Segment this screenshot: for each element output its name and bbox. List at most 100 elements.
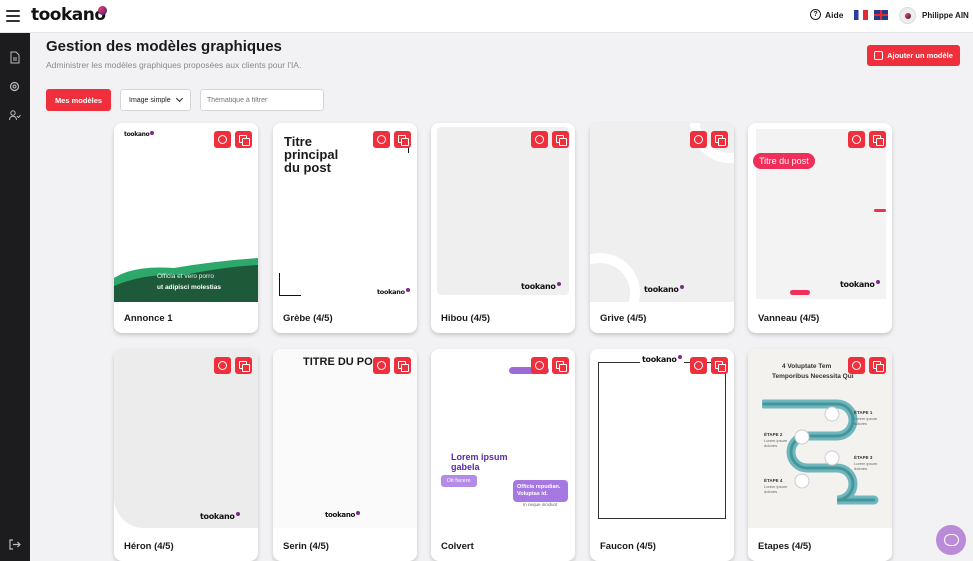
step-label: ÉTAPE 3: [854, 455, 873, 460]
chevron-down-icon: [175, 94, 183, 103]
help-label: Aide: [825, 9, 844, 20]
copy-icon[interactable]: [711, 357, 728, 374]
flag-fr-icon[interactable]: [854, 10, 868, 20]
ai-generate-icon[interactable]: [214, 131, 231, 148]
ai-generate-icon[interactable]: [531, 131, 548, 148]
card-actions: [531, 131, 569, 148]
copy-icon[interactable]: [552, 357, 569, 374]
users-icon[interactable]: [8, 109, 21, 122]
gear-icon[interactable]: [8, 80, 21, 93]
model-card[interactable]: Lorem ipsum gabela Dit facere Officia re…: [431, 349, 575, 561]
copy-icon[interactable]: [869, 131, 886, 148]
user-name[interactable]: Philippe AIN: [922, 11, 969, 20]
my-models-button[interactable]: Mes modèles: [46, 89, 111, 111]
type-select-value: Image simple: [129, 96, 171, 104]
menu-icon[interactable]: [6, 10, 20, 22]
app-logo[interactable]: tookano: [31, 5, 106, 25]
preview-text-2: ut adipisci molestias: [157, 284, 221, 291]
card-actions: [690, 357, 728, 374]
preview-logo: tookano: [644, 285, 684, 294]
model-card[interactable]: tookano Officia et vero porro ut adipisc…: [114, 123, 258, 333]
logo-mark: [98, 6, 107, 15]
card-title: Grèbe (4/5): [283, 313, 333, 324]
model-card[interactable]: TITRE DU PO tookano Serin (4/5): [273, 349, 417, 561]
card-title: Vanneau (4/5): [758, 313, 820, 324]
question-icon: ?: [810, 9, 821, 20]
ai-generate-icon[interactable]: [531, 357, 548, 374]
card-actions: [373, 357, 411, 374]
preview-logo: tookano: [640, 355, 684, 364]
model-card[interactable]: tookano Grive (4/5): [590, 123, 734, 333]
copy-icon[interactable]: [235, 357, 252, 374]
preview-title-2: Temporibus Necessita Qui: [772, 373, 854, 380]
document-icon[interactable]: [8, 51, 21, 64]
step-text: Lorem ipsum dolores: [764, 438, 788, 448]
card-actions: [690, 131, 728, 148]
card-title: Etapes (4/5): [758, 541, 812, 552]
copy-icon[interactable]: [235, 131, 252, 148]
avatar[interactable]: [899, 7, 916, 24]
edit-icon: [874, 51, 884, 60]
page-subtitle: Administrer les modèles graphiques propo…: [46, 60, 302, 70]
preview-bubble: Officia repudian. Voluptas id.: [513, 480, 568, 502]
copy-icon[interactable]: [711, 131, 728, 148]
ai-generate-icon[interactable]: [373, 131, 390, 148]
copy-icon[interactable]: [394, 357, 411, 374]
ai-generate-icon[interactable]: [848, 357, 865, 374]
ai-generate-icon[interactable]: [373, 357, 390, 374]
model-card[interactable]: Titre principal du post tookano Grèbe (4…: [273, 123, 417, 333]
help-link[interactable]: ? Aide: [810, 9, 843, 20]
card-title: Colvert: [441, 541, 474, 552]
model-card[interactable]: tookano Faucon (4/5): [590, 349, 734, 561]
step-label: ÉTAPE 4: [764, 478, 783, 483]
chat-icon[interactable]: [936, 525, 966, 555]
model-card[interactable]: tookano Hibou (4/5): [431, 123, 575, 333]
card-actions: [531, 357, 569, 374]
model-preview: TITRE DU PO tookano: [273, 349, 417, 528]
preview-title: Titre principal du post: [284, 134, 339, 175]
card-actions: [373, 131, 411, 148]
preview-logo: tookano: [377, 288, 410, 296]
card-title: Faucon (4/5): [600, 541, 656, 552]
theme-filter-input[interactable]: [200, 89, 324, 111]
ai-generate-icon[interactable]: [214, 357, 231, 374]
card-actions: [848, 131, 886, 148]
preview-tag: Dit facere: [441, 475, 477, 487]
ai-generate-icon[interactable]: [690, 131, 707, 148]
ai-generate-icon[interactable]: [848, 131, 865, 148]
preview-title: 4 Voluptate Tem: [782, 363, 832, 370]
card-title: Hibou (4/5): [441, 313, 491, 324]
card-actions: [214, 131, 252, 148]
logout-icon[interactable]: [8, 538, 21, 551]
model-preview: tookano: [431, 123, 575, 302]
preview-text-1: Officia et vero porro: [157, 273, 214, 280]
model-preview: tookano Officia et vero porro ut adipisc…: [114, 123, 258, 302]
main-content: Gestion des modèles graphiques Administr…: [30, 33, 973, 561]
model-card[interactable]: tookano Héron (4/5): [114, 349, 258, 561]
sidebar: [0, 33, 30, 561]
preview-title: Lorem ipsum gabela: [451, 452, 508, 472]
model-preview: Titre principal du post tookano: [273, 123, 417, 302]
model-preview: 4 Voluptate Tem Temporibus Necessita Qui…: [748, 349, 892, 528]
model-preview: tookano: [590, 123, 734, 302]
top-bar: tookano ? Aide Philippe AIN: [0, 0, 973, 33]
flag-uk-icon[interactable]: [874, 10, 888, 20]
preview-logo: tookano: [200, 512, 240, 521]
type-select[interactable]: Image simple: [120, 89, 191, 111]
step-text: Lorem ipsum dolores: [854, 416, 878, 426]
add-model-button[interactable]: Ajouter un modèle: [867, 45, 960, 66]
copy-icon[interactable]: [552, 131, 569, 148]
model-preview: Titre du post tookano: [748, 123, 892, 302]
model-card[interactable]: 4 Voluptate Tem Temporibus Necessita Qui…: [748, 349, 892, 561]
card-title: Serin (4/5): [283, 541, 329, 552]
card-actions: [848, 357, 886, 374]
copy-icon[interactable]: [869, 357, 886, 374]
preview-logo: tookano: [521, 282, 561, 291]
ai-generate-icon[interactable]: [690, 357, 707, 374]
copy-icon[interactable]: [394, 131, 411, 148]
model-preview: tookano: [590, 349, 734, 528]
step-text: Lorem ipsum dolores: [764, 484, 788, 494]
card-title: Grive (4/5): [600, 313, 647, 324]
model-card[interactable]: Titre du post tookano Vanneau (4/5): [748, 123, 892, 333]
preview-logo: tookano: [325, 511, 360, 519]
